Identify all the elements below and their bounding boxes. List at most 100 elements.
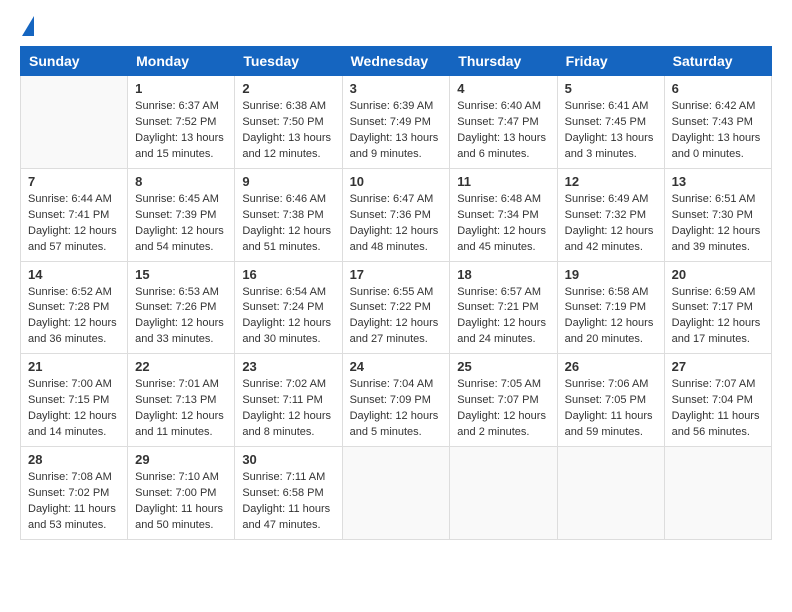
daylight-text: Daylight: 13 hours and 12 minutes.: [242, 131, 334, 163]
daylight-text: Daylight: 11 hours and 53 minutes.: [28, 502, 120, 534]
sunset-text: Sunset: 7:30 PM: [672, 208, 764, 224]
sunset-text: Sunset: 7:28 PM: [28, 300, 120, 316]
daylight-text: Daylight: 12 hours and 33 minutes.: [135, 316, 227, 348]
day-number: 19: [565, 267, 657, 282]
day-number: 28: [28, 452, 120, 467]
sunset-text: Sunset: 7:50 PM: [242, 115, 334, 131]
day-number: 15: [135, 267, 227, 282]
sunset-text: Sunset: 7:05 PM: [565, 393, 657, 409]
sunrise-text: Sunrise: 6:48 AM: [457, 192, 549, 208]
sunset-text: Sunset: 7:47 PM: [457, 115, 549, 131]
calendar-cell: 17Sunrise: 6:55 AMSunset: 7:22 PMDayligh…: [342, 261, 450, 354]
sunrise-text: Sunrise: 6:40 AM: [457, 99, 549, 115]
day-info: Sunrise: 7:01 AMSunset: 7:13 PMDaylight:…: [135, 377, 227, 441]
sunset-text: Sunset: 7:07 PM: [457, 393, 549, 409]
page-header: [20, 20, 772, 36]
calendar-cell: 1Sunrise: 6:37 AMSunset: 7:52 PMDaylight…: [128, 76, 235, 169]
day-number: 22: [135, 359, 227, 374]
day-info: Sunrise: 6:51 AMSunset: 7:30 PMDaylight:…: [672, 192, 764, 256]
day-number: 25: [457, 359, 549, 374]
daylight-text: Daylight: 12 hours and 39 minutes.: [672, 224, 764, 256]
day-info: Sunrise: 6:53 AMSunset: 7:26 PMDaylight:…: [135, 285, 227, 349]
sunset-text: Sunset: 7:13 PM: [135, 393, 227, 409]
day-number: 4: [457, 81, 549, 96]
day-info: Sunrise: 7:07 AMSunset: 7:04 PMDaylight:…: [672, 377, 764, 441]
day-number: 9: [242, 174, 334, 189]
sunrise-text: Sunrise: 7:02 AM: [242, 377, 334, 393]
sunrise-text: Sunrise: 7:04 AM: [350, 377, 443, 393]
daylight-text: Daylight: 12 hours and 11 minutes.: [135, 409, 227, 441]
day-number: 2: [242, 81, 334, 96]
calendar-table: SundayMondayTuesdayWednesdayThursdayFrid…: [20, 46, 772, 540]
day-number: 10: [350, 174, 443, 189]
calendar-cell: 29Sunrise: 7:10 AMSunset: 7:00 PMDayligh…: [128, 447, 235, 540]
daylight-text: Daylight: 12 hours and 5 minutes.: [350, 409, 443, 441]
day-number: 18: [457, 267, 549, 282]
sunset-text: Sunset: 7:04 PM: [672, 393, 764, 409]
sunset-text: Sunset: 7:22 PM: [350, 300, 443, 316]
day-info: Sunrise: 7:08 AMSunset: 7:02 PMDaylight:…: [28, 470, 120, 534]
day-number: 12: [565, 174, 657, 189]
sunset-text: Sunset: 7:43 PM: [672, 115, 764, 131]
day-info: Sunrise: 6:48 AMSunset: 7:34 PMDaylight:…: [457, 192, 549, 256]
calendar-cell: 5Sunrise: 6:41 AMSunset: 7:45 PMDaylight…: [557, 76, 664, 169]
daylight-text: Daylight: 13 hours and 15 minutes.: [135, 131, 227, 163]
day-number: 26: [565, 359, 657, 374]
sunset-text: Sunset: 7:24 PM: [242, 300, 334, 316]
day-info: Sunrise: 7:06 AMSunset: 7:05 PMDaylight:…: [565, 377, 657, 441]
sunset-text: Sunset: 7:32 PM: [565, 208, 657, 224]
sunrise-text: Sunrise: 6:41 AM: [565, 99, 657, 115]
day-number: 14: [28, 267, 120, 282]
day-info: Sunrise: 7:11 AMSunset: 6:58 PMDaylight:…: [242, 470, 334, 534]
daylight-text: Daylight: 13 hours and 0 minutes.: [672, 131, 764, 163]
sunrise-text: Sunrise: 6:44 AM: [28, 192, 120, 208]
day-number: 29: [135, 452, 227, 467]
sunrise-text: Sunrise: 6:59 AM: [672, 285, 764, 301]
sunrise-text: Sunrise: 6:53 AM: [135, 285, 227, 301]
daylight-text: Daylight: 11 hours and 50 minutes.: [135, 502, 227, 534]
sunset-text: Sunset: 7:36 PM: [350, 208, 443, 224]
calendar-cell: 16Sunrise: 6:54 AMSunset: 7:24 PMDayligh…: [235, 261, 342, 354]
day-number: 17: [350, 267, 443, 282]
day-info: Sunrise: 6:40 AMSunset: 7:47 PMDaylight:…: [457, 99, 549, 163]
sunset-text: Sunset: 7:17 PM: [672, 300, 764, 316]
calendar-cell: 7 Sunrise: 6:44 AMSunset: 7:41 PMDaylight…: [21, 168, 128, 261]
sunset-text: Sunset: 7:34 PM: [457, 208, 549, 224]
calendar-cell: 21Sunrise: 7:00 AMSunset: 7:15 PMDayligh…: [21, 354, 128, 447]
calendar-weekday-wednesday: Wednesday: [342, 47, 450, 76]
calendar-cell: [450, 447, 557, 540]
sunrise-text: Sunrise: 6:46 AM: [242, 192, 334, 208]
sunrise-text: Sunrise: 7:06 AM: [565, 377, 657, 393]
logo: [20, 20, 34, 36]
calendar-week-row-1: 7Sunrise: 6:44 AMSunset: 7:41 PMDaylight…: [21, 168, 772, 261]
day-info: Sunrise: 6:44 AMSunset: 7:41 PMDaylight:…: [28, 192, 120, 256]
day-info: Sunrise: 6:37 AMSunset: 7:52 PMDaylight:…: [135, 99, 227, 163]
calendar-cell: 4 Sunrise: 6:40 AMSunset: 7:47 PMDaylight…: [450, 76, 557, 169]
day-number: 7: [28, 174, 120, 189]
calendar-cell: 12Sunrise: 6:49 AMSunset: 7:32 PMDayligh…: [557, 168, 664, 261]
calendar-cell: 8Sunrise: 6:45 AMSunset: 7:39 PMDaylight…: [128, 168, 235, 261]
day-info: Sunrise: 6:52 AMSunset: 7:28 PMDaylight:…: [28, 285, 120, 349]
calendar-cell: 10Sunrise: 6:47 AMSunset: 7:36 PMDayligh…: [342, 168, 450, 261]
calendar-cell: 25 Sunrise: 7:05 AMSunset: 7:07 PMDayligh…: [450, 354, 557, 447]
daylight-text: Daylight: 12 hours and 17 minutes.: [672, 316, 764, 348]
daylight-text: Daylight: 12 hours and 51 minutes.: [242, 224, 334, 256]
sunrise-text: Sunrise: 6:54 AM: [242, 285, 334, 301]
day-info: Sunrise: 6:46 AMSunset: 7:38 PMDaylight:…: [242, 192, 334, 256]
day-info: Sunrise: 6:45 AMSunset: 7:39 PMDaylight:…: [135, 192, 227, 256]
daylight-text: Daylight: 12 hours and 2 minutes.: [457, 409, 549, 441]
sunrise-text: Sunrise: 6:55 AM: [350, 285, 443, 301]
daylight-text: Daylight: 13 hours and 9 minutes.: [350, 131, 443, 163]
calendar-week-row-2: 14 Sunrise: 6:52 AMSunset: 7:28 PMDayligh…: [21, 261, 772, 354]
calendar-cell: [557, 447, 664, 540]
calendar-cell: 11Sunrise: 6:48 AMSunset: 7:34 PMDayligh…: [450, 168, 557, 261]
calendar-cell: 30 Sunrise: 7:11 AMSunset: 6:58 PMDayligh…: [235, 447, 342, 540]
sunset-text: Sunset: 6:58 PM: [242, 486, 334, 502]
day-info: Sunrise: 7:05 AMSunset: 7:07 PMDaylight:…: [457, 377, 549, 441]
sunset-text: Sunset: 7:41 PM: [28, 208, 120, 224]
calendar-weekday-thursday: Thursday: [450, 47, 557, 76]
sunrise-text: Sunrise: 6:45 AM: [135, 192, 227, 208]
daylight-text: Daylight: 12 hours and 30 minutes.: [242, 316, 334, 348]
calendar-cell: 6Sunrise: 6:42 AMSunset: 7:43 PMDaylight…: [664, 76, 771, 169]
day-number: 30: [242, 452, 334, 467]
